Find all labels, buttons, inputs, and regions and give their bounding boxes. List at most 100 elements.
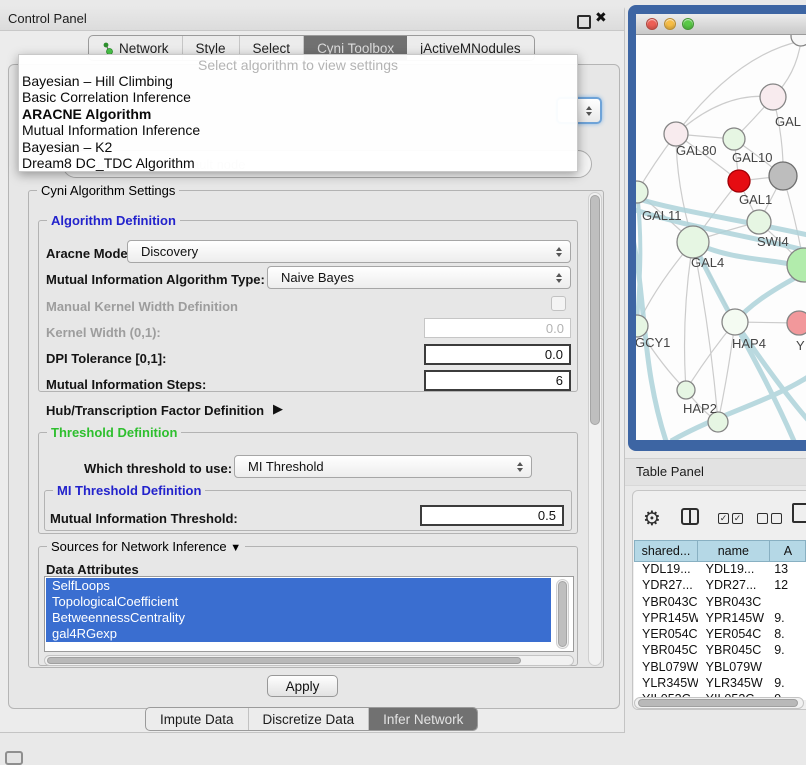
mi-type-combo[interactable]: Naive Bayes	[267, 266, 571, 289]
node-swi4[interactable]	[747, 210, 771, 234]
menu-item[interactable]: Dream8 DC_TDC Algorithm	[19, 155, 577, 171]
list-item[interactable]: gal4RGexp	[46, 626, 551, 642]
kernel-width-value: 0.0	[546, 321, 564, 336]
table-row[interactable]: YBL079W YBL079W	[634, 660, 806, 676]
cell: YBR045C	[634, 643, 698, 659]
float-window-icon[interactable]	[577, 15, 591, 29]
kernel-width-field[interactable]: 0.0	[424, 318, 571, 338]
dpi-tolerance-field[interactable]: 0.0	[424, 344, 571, 365]
column-layout-icon[interactable]	[681, 508, 699, 525]
attributes-vertical-scrollbar[interactable]	[556, 579, 569, 649]
node-salmon[interactable]	[787, 311, 806, 335]
table-row[interactable]: YPR145W YPR145W 9.	[634, 611, 806, 627]
select-all-icon[interactable]: ✓ ✓	[718, 513, 743, 524]
node-gal10[interactable]	[723, 128, 745, 150]
node-gray[interactable]	[769, 162, 797, 190]
node-gal4[interactable]	[677, 226, 709, 258]
attributes-horizontal-scrollbar[interactable]	[44, 655, 574, 666]
table-horizontal-scrollbar[interactable]	[634, 697, 804, 709]
column-header-shared-name[interactable]: shared...	[634, 540, 697, 562]
node-table: shared... name A YDL19... YDL19... 13 YD…	[634, 540, 806, 700]
deselect-all-icon[interactable]	[757, 513, 782, 524]
cell: 9.	[770, 611, 806, 627]
attributes-hscrollbar-thumb[interactable]	[47, 657, 521, 664]
sources-title-text: Sources for Network Inference	[51, 539, 227, 554]
close-icon[interactable]: ✖	[595, 9, 607, 26]
cell: YBR043C	[634, 595, 698, 611]
menu-item-selected[interactable]: ARACNE Algorithm	[19, 106, 577, 122]
network-view-titlebar[interactable]	[636, 14, 806, 35]
data-attributes-list[interactable]: SelfLoops TopologicalCoefficient Between…	[44, 576, 574, 652]
settings-scrollbar-thumb[interactable]	[590, 195, 600, 425]
table-hscrollbar-thumb[interactable]	[638, 699, 798, 707]
node-gal1-red[interactable]	[728, 170, 750, 192]
network-icon	[102, 42, 114, 55]
tab-infer-network[interactable]: Infer Network	[369, 708, 477, 730]
document-icon[interactable]	[792, 503, 806, 523]
table-row[interactable]: YER054C YER054C 8.	[634, 627, 806, 643]
table-row[interactable]: YLR345W YLR345W 9.	[634, 676, 806, 692]
network-canvas[interactable]: GAL GAL80 GAL10 GAL1 GAL11 SWI4 GAL4 GCY…	[636, 35, 806, 440]
stepper-icon	[514, 456, 526, 477]
menu-item[interactable]: Basic Correlation Inference	[19, 89, 577, 105]
table-body: YDL19... YDL19... 13 YDR27... YDR27... 1…	[634, 562, 806, 700]
tab-impute-data-label: Impute Data	[160, 712, 234, 727]
list-item[interactable]: BetweennessCentrality	[46, 610, 551, 626]
close-traffic-light[interactable]	[646, 18, 658, 30]
menu-item[interactable]: Bayesian – K2	[19, 139, 577, 155]
tab-discretize-data[interactable]: Discretize Data	[248, 708, 370, 730]
control-panel-titlebar	[0, 6, 624, 31]
network-view-window[interactable]: GAL GAL80 GAL10 GAL1 GAL11 SWI4 GAL4 GCY…	[628, 5, 806, 451]
minimize-traffic-light[interactable]	[664, 18, 676, 30]
cell	[770, 595, 806, 611]
cell: 13	[770, 562, 806, 578]
apply-button[interactable]: Apply	[267, 675, 338, 697]
mi-type-label: Mutual Information Algorithm Type:	[46, 272, 265, 287]
node-label: GAL10	[732, 150, 772, 165]
column-header-label: shared...	[642, 544, 691, 558]
node-label: GAL4	[691, 255, 724, 270]
column-header-partial[interactable]: A	[769, 540, 806, 562]
cell: YDL19...	[698, 562, 771, 578]
node-top-partial[interactable]	[791, 35, 806, 46]
aracne-mode-value: Discovery	[141, 244, 198, 259]
column-header-name[interactable]: name	[697, 540, 769, 562]
mi-threshold-field[interactable]: 0.5	[420, 505, 564, 526]
manual-kernel-checkbox[interactable]	[551, 296, 566, 311]
list-item[interactable]: TopologicalCoefficient	[46, 594, 551, 610]
table-row[interactable]: YDR27... YDR27... 12	[634, 578, 806, 594]
column-divider	[689, 510, 691, 523]
gear-icon[interactable]: ⚙	[643, 506, 661, 531]
menu-item[interactable]: Bayesian – Hill Climbing	[19, 73, 577, 89]
corner-widget-icon[interactable]	[5, 751, 23, 765]
mi-steps-field[interactable]: 6	[424, 370, 571, 391]
node-gal2-partial[interactable]	[760, 84, 786, 110]
node-hap4[interactable]	[722, 309, 748, 335]
table-row[interactable]: YDL19... YDL19... 13	[634, 562, 806, 578]
node-hap2[interactable]	[677, 381, 695, 399]
table-panel-title: Table Panel	[636, 464, 704, 479]
node-bright-green[interactable]	[787, 248, 806, 282]
cell: YDR27...	[634, 578, 698, 594]
settings-vertical-scrollbar[interactable]	[588, 192, 602, 666]
algorithm-definition-title: Algorithm Definition	[47, 213, 180, 228]
table-row[interactable]: YBR043C YBR043C	[634, 595, 806, 611]
aracne-mode-combo[interactable]: Discovery	[127, 240, 571, 263]
table-header: shared... name A	[634, 540, 806, 562]
tab-impute-data[interactable]: Impute Data	[146, 708, 248, 730]
zoom-traffic-light[interactable]	[682, 18, 694, 30]
tab-discretize-data-label: Discretize Data	[263, 712, 355, 727]
hub-expand-arrow-icon[interactable]: ▶	[273, 401, 283, 417]
node-label: Y	[796, 338, 805, 353]
list-item[interactable]: SelfLoops	[46, 578, 551, 594]
stepper-icon	[553, 267, 565, 288]
aracne-mode-label: Aracne Mode:	[46, 246, 132, 261]
menu-item[interactable]: Mutual Information Inference	[19, 122, 577, 138]
table-row[interactable]: YBR045C YBR045C 9.	[634, 643, 806, 659]
attributes-scrollbar-thumb[interactable]	[558, 581, 567, 647]
which-threshold-combo[interactable]: MI Threshold	[234, 455, 532, 478]
collapse-arrow-icon[interactable]: ▼	[230, 542, 241, 554]
cell: 9.	[770, 676, 806, 692]
cell: YDL19...	[634, 562, 698, 578]
mi-type-value: Naive Bayes	[281, 270, 354, 285]
